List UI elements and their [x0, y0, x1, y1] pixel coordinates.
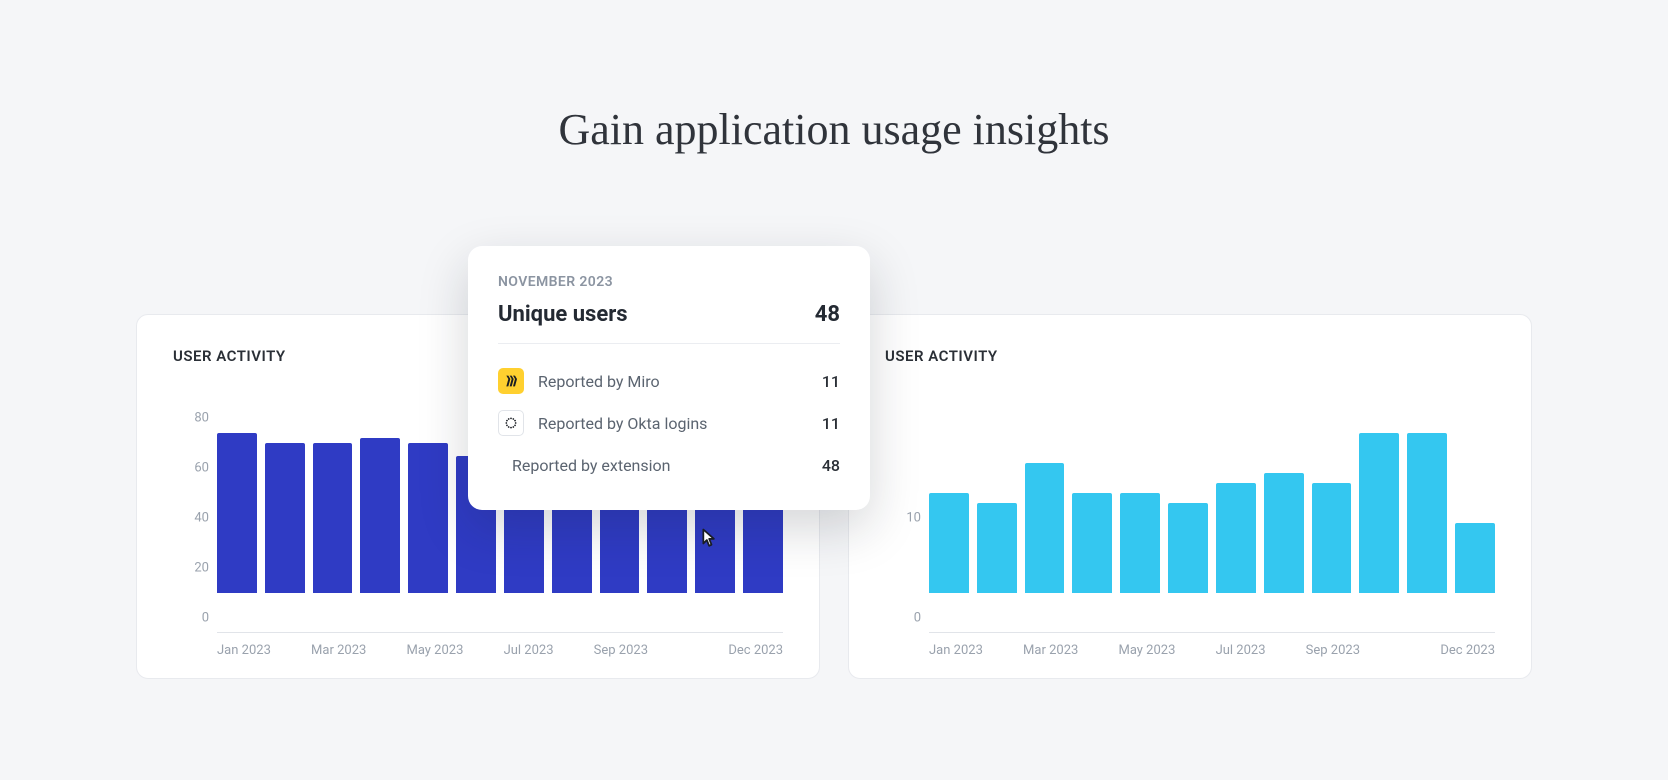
- x-tick: Jul 2023: [1216, 643, 1266, 658]
- chart-bar[interactable]: [265, 443, 305, 593]
- tooltip-row-label: Reported by Okta logins: [538, 414, 808, 433]
- y-tick: 0: [914, 611, 921, 626]
- chart-bar[interactable]: [1216, 483, 1256, 593]
- tooltip-row: Reported by extension 48: [498, 444, 840, 486]
- tooltip-row: Reported by Okta logins 11: [498, 402, 840, 444]
- y-tick: 80: [194, 411, 209, 426]
- x-tick: Mar 2023: [1023, 643, 1078, 658]
- chart-bar[interactable]: [977, 503, 1017, 593]
- chart-bar[interactable]: [313, 443, 353, 593]
- x-tick: Mar 2023: [311, 643, 366, 658]
- x-tick: May 2023: [1118, 643, 1175, 658]
- chart-bar[interactable]: [1120, 493, 1160, 593]
- tooltip-total: 48: [815, 302, 840, 327]
- chart-bar[interactable]: [1407, 433, 1447, 593]
- card-title: USER ACTIVITY: [885, 347, 1495, 365]
- chart-bar[interactable]: [1264, 473, 1304, 593]
- y-tick: 40: [194, 511, 209, 526]
- chart-bar[interactable]: [360, 438, 400, 593]
- chart-bar[interactable]: [1072, 493, 1112, 593]
- y-tick: 10: [906, 511, 921, 526]
- tooltip-row-value: 48: [822, 456, 840, 475]
- tooltip-month: NOVEMBER 2023: [498, 274, 840, 290]
- pointer-cursor-icon: [694, 526, 722, 558]
- chart-bar[interactable]: [1025, 463, 1065, 593]
- chart-tooltip: NOVEMBER 2023 Unique users 48 Reported b…: [468, 246, 870, 510]
- tooltip-row-label: Reported by extension: [512, 456, 808, 475]
- x-tick: Jan 2023: [217, 643, 271, 658]
- x-tick: May 2023: [406, 643, 463, 658]
- chart-bar[interactable]: [1168, 503, 1208, 593]
- miro-icon: [498, 368, 524, 394]
- y-tick: 20: [194, 561, 209, 576]
- chart-bar[interactable]: [1455, 523, 1495, 593]
- y-tick: 60: [194, 461, 209, 476]
- chart-bar[interactable]: [217, 433, 257, 593]
- tooltip-row-value: 11: [822, 414, 840, 433]
- bar-chart-right[interactable]: 0 10: [885, 393, 1495, 633]
- x-tick: Dec 2023: [1440, 643, 1495, 658]
- chart-bar[interactable]: [408, 443, 448, 593]
- y-tick: 0: [202, 611, 209, 626]
- tooltip-title: Unique users: [498, 302, 628, 327]
- x-tick: Jul 2023: [504, 643, 554, 658]
- okta-icon: [498, 410, 524, 436]
- x-tick: Dec 2023: [728, 643, 783, 658]
- chart-bar[interactable]: [929, 493, 969, 593]
- chart-bar[interactable]: [1359, 433, 1399, 593]
- x-tick: Jan 2023: [929, 643, 983, 658]
- page-headline: Gain application usage insights: [16, 104, 1652, 155]
- tooltip-row-value: 11: [822, 372, 840, 391]
- x-tick: Sep 2023: [1306, 643, 1360, 658]
- tooltip-row: Reported by Miro 11: [498, 360, 840, 402]
- x-tick: Sep 2023: [594, 643, 648, 658]
- tooltip-row-label: Reported by Miro: [538, 372, 808, 391]
- chart-bar[interactable]: [1312, 483, 1352, 593]
- user-activity-card-right: USER ACTIVITY 010 Jan 2023.Mar 2023.May …: [848, 314, 1532, 679]
